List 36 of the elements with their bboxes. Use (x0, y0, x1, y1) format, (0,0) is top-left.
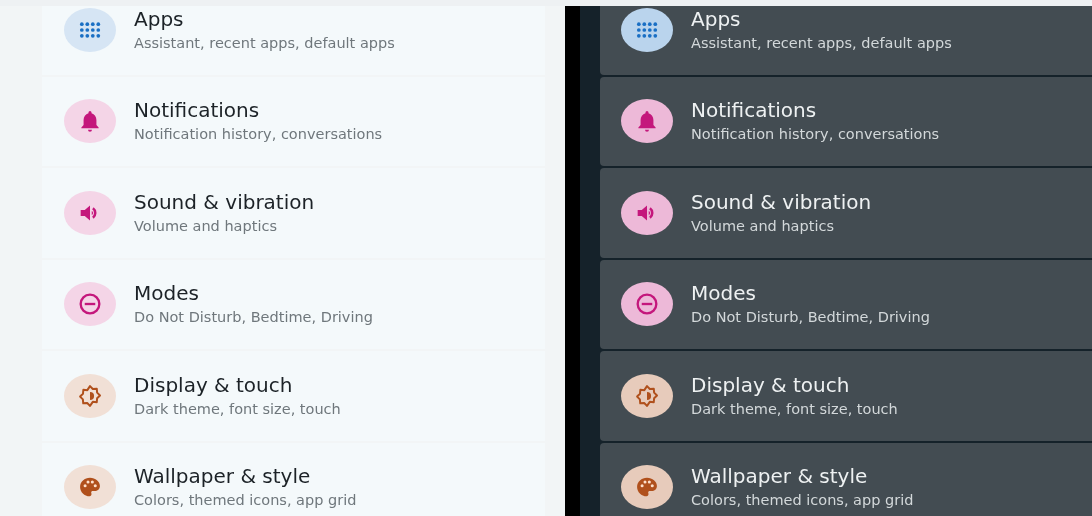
item-subtitle: Colors, themed icons, app grid (134, 491, 357, 511)
settings-item[interactable]: Display & touch Dark theme, font size, touch (600, 351, 1092, 441)
settings-item[interactable]: Sound & vibration Volume and haptics (600, 168, 1092, 258)
item-title: Modes (134, 281, 200, 306)
settings-item[interactable]: Notifications Notification history, conversations (42, 76, 545, 166)
item-title: Wallpaper & style (134, 464, 312, 489)
settings-item[interactable]: Notifications Notification history, conversations (600, 76, 1092, 166)
item-subtitle: Colors, themed icons, app grid (691, 491, 914, 511)
item-title: Sound & vibration (134, 189, 315, 214)
item-subtitle: Assistant, recent apps, default apps (691, 33, 952, 53)
settings-item[interactable]: Wallpaper & style Colors, themed icons, app grid (42, 442, 545, 516)
settings-item[interactable]: Wallpaper & style Colors, themed icons, app grid (600, 442, 1092, 516)
item-subtitle: Notification history, conversations (134, 125, 383, 145)
settings-item[interactable]: Modes Do Not Disturb, Bedtime, Driving (42, 259, 545, 349)
settings-item[interactable]: Display & touch Dark theme, font size, touch (42, 351, 545, 441)
item-title: Apps (134, 6, 185, 31)
item-title: Sound & vibration (691, 189, 872, 214)
item-subtitle: Assistant, recent apps, default apps (134, 33, 395, 53)
item-subtitle: Do Not Disturb, Bedtime, Driving (691, 308, 930, 328)
item-title: Display & touch (691, 372, 851, 397)
item-subtitle: Volume and haptics (691, 216, 835, 236)
item-title: Display & touch (134, 372, 294, 397)
item-subtitle: Dark theme, font size, touch (134, 399, 341, 419)
item-title: Notifications (691, 98, 818, 123)
settings-item[interactable]: Apps Assistant, recent apps, default apps (42, 6, 545, 75)
item-subtitle: Dark theme, font size, touch (691, 399, 898, 419)
settings-item[interactable]: Apps Assistant, recent apps, default apps (600, 6, 1092, 75)
item-subtitle: Notification history, conversations (691, 125, 940, 145)
settings-item[interactable]: Sound & vibration Volume and haptics (42, 168, 545, 258)
settings-item[interactable]: Modes Do Not Disturb, Bedtime, Driving (600, 259, 1092, 349)
item-subtitle: Do Not Disturb, Bedtime, Driving (134, 308, 373, 328)
item-title: Wallpaper & style (691, 464, 869, 489)
item-title: Modes (691, 281, 757, 306)
item-subtitle: Volume and haptics (134, 216, 278, 236)
item-title: Notifications (134, 98, 261, 123)
item-title: Apps (691, 6, 742, 31)
